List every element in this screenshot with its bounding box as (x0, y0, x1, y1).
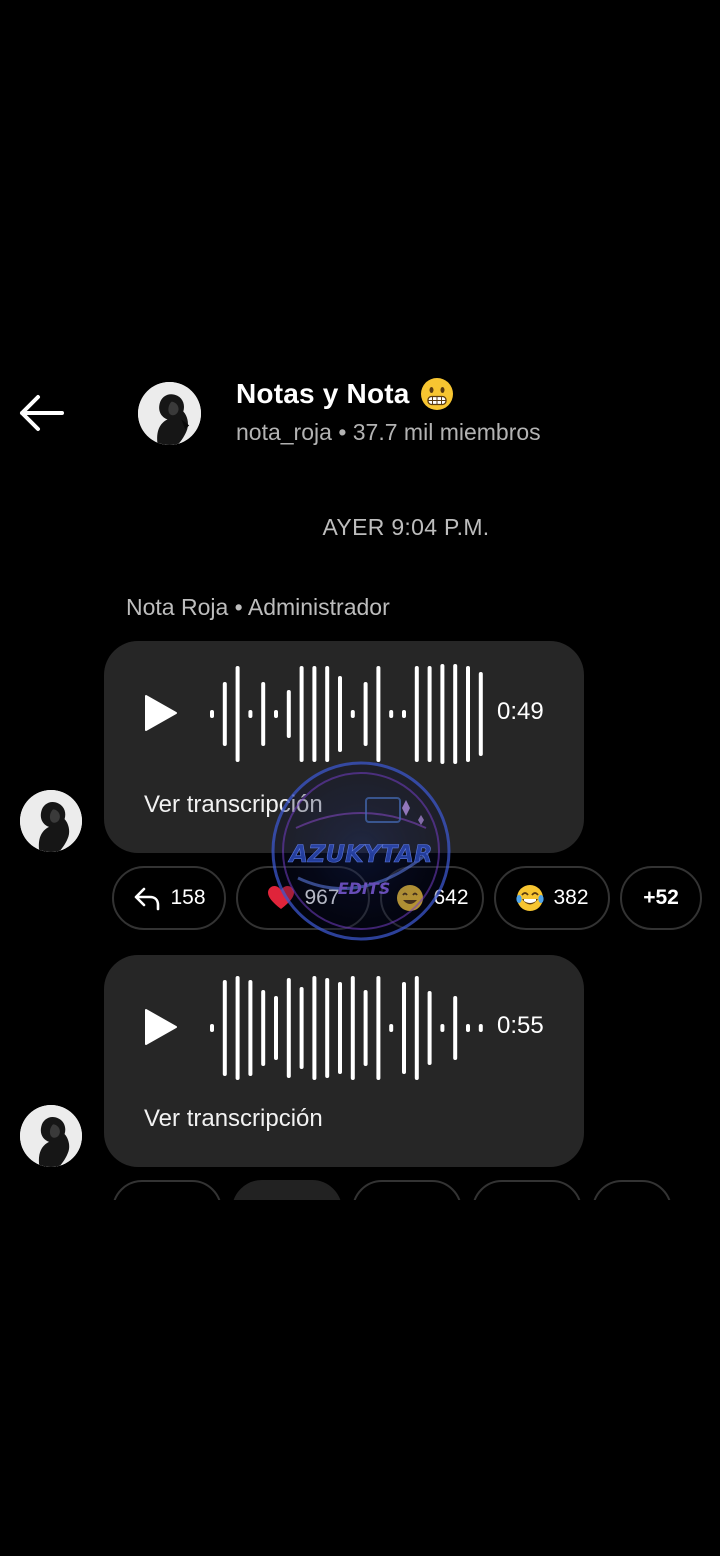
more-reactions-pill[interactable]: +52 (620, 866, 702, 930)
watermark-logo: AZUKYTAR EDITS (271, 761, 451, 941)
back-button[interactable] (14, 390, 68, 436)
reaction-pill[interactable] (112, 1180, 222, 1200)
reply-icon (135, 887, 160, 911)
voice-duration: 0:55 (497, 1012, 544, 1039)
waveform[interactable] (208, 659, 488, 769)
reaction-pill[interactable] (232, 1180, 342, 1200)
tears-of-joy-emoji-icon (516, 885, 545, 911)
grimacing-face-emoji-icon (420, 378, 453, 410)
channel-handle: nota_roja (236, 419, 332, 445)
sender-role: Administrador (247, 594, 390, 620)
watermark-line1: AZUKYTAR (287, 840, 432, 868)
channel-avatar[interactable] (138, 382, 201, 445)
member-count: 37.7 mil miembros (352, 419, 541, 445)
reply-reaction-pill[interactable]: 158 (112, 866, 226, 930)
subtitle-separator: • (338, 419, 347, 445)
reaction-pill[interactable] (352, 1180, 462, 1200)
view-transcript-link[interactable]: Ver transcripción (144, 1105, 323, 1133)
channel-title[interactable]: Notas y Nota (236, 377, 454, 411)
reaction-count: 158 (170, 886, 206, 909)
channel-title-text: Notas y Nota (236, 378, 410, 409)
play-icon[interactable] (140, 693, 180, 733)
sender-avatar[interactable] (20, 790, 82, 852)
voice-duration: 0:49 (497, 698, 544, 725)
reaction-pill[interactable] (592, 1180, 672, 1200)
reaction-pill[interactable] (472, 1180, 582, 1200)
date-separator: AYER 9:04 P.M. (322, 514, 490, 540)
channel-subtitle: nota_roja • 37.7 mil miembros (236, 419, 541, 446)
arrow-left-icon (20, 395, 64, 431)
sender-separator: • (234, 594, 243, 620)
laugh-reaction-pill[interactable]: 382 (494, 866, 610, 930)
voice-message-bubble[interactable]: 0:55 Ver transcripción (104, 955, 584, 1167)
sender-avatar[interactable] (20, 1105, 82, 1167)
more-reactions-count: +52 (643, 886, 679, 909)
reaction-count: 382 (553, 886, 589, 909)
reactions-row-cutoff (112, 1180, 692, 1200)
play-icon[interactable] (140, 1007, 180, 1047)
sender-label: Nota Roja • Administrador (126, 594, 390, 621)
watermark-line2: EDITS (338, 879, 391, 898)
waveform[interactable] (208, 973, 488, 1083)
sender-name: Nota Roja (126, 594, 229, 620)
